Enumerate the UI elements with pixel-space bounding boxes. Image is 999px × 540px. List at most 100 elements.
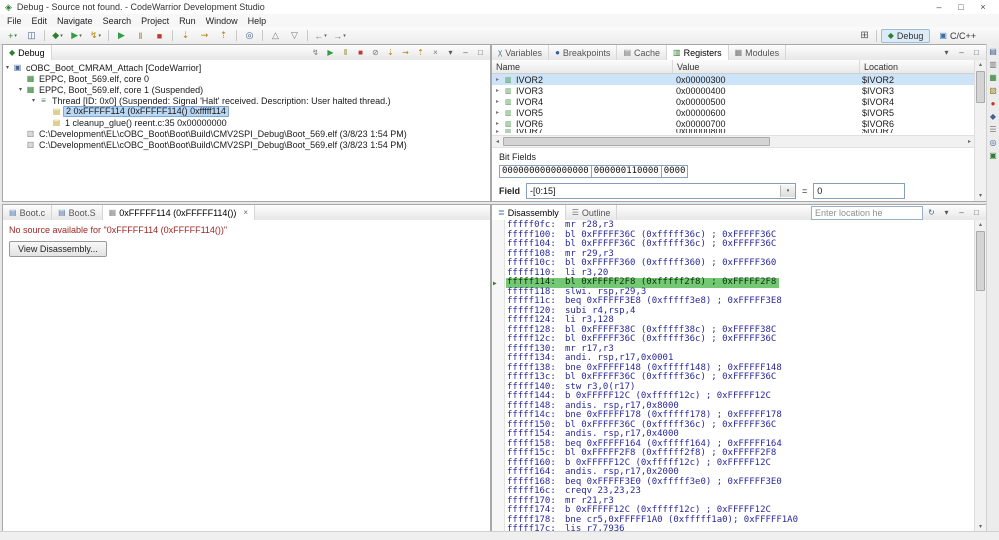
register-row[interactable]: ▸ ▥ IVOR5 0x00000600 $IVOR5: [492, 107, 975, 118]
step-return-button[interactable]: ⇡: [214, 29, 233, 43]
register-row[interactable]: ▸ ▥ IVOR6 0x00000700 $IVOR6: [492, 118, 975, 129]
debug-button[interactable]: ◆ ▾: [48, 29, 67, 43]
view-shortcut-other[interactable]: ▣: [989, 151, 997, 160]
terminate-button[interactable]: ■: [150, 29, 169, 43]
run-button[interactable]: ▶ ▾: [67, 29, 86, 43]
menu-item[interactable]: Project: [136, 15, 174, 27]
view-menu-button[interactable]: ▾: [940, 46, 953, 59]
maximize-view-button[interactable]: □: [970, 206, 983, 219]
column-header[interactable]: Location: [860, 60, 975, 73]
flash-programmer-button[interactable]: ↯ ▾: [86, 29, 105, 43]
row-twisty-icon[interactable]: ▸: [496, 129, 503, 133]
next-annotation-button[interactable]: ▽: [285, 29, 304, 43]
debug-tree-item[interactable]: ▾ ≡ Thread [ID: 0x0] (Suspended: Signal …: [3, 95, 490, 106]
tab-outline[interactable]: ☰ Outline: [566, 205, 618, 220]
register-row[interactable]: ▸ ▥ IVOR3 0x00000400 $IVOR3: [492, 85, 975, 96]
back-button[interactable]: ← ▾: [311, 29, 330, 43]
column-header[interactable]: Name: [492, 60, 673, 73]
row-twisty-icon[interactable]: ▸: [496, 87, 503, 94]
row-twisty-icon[interactable]: ▸: [496, 76, 503, 83]
minimize-view-button[interactable]: –: [459, 46, 472, 59]
step-return-button[interactable]: ⇡: [414, 46, 427, 59]
scroll-up-icon[interactable]: ▴: [975, 220, 986, 230]
tab-boot-s[interactable]: ▤ Boot.S: [52, 205, 103, 220]
connect-button[interactable]: ↯: [309, 46, 322, 59]
view-menu-button[interactable]: ▾: [444, 46, 457, 59]
step-over-button[interactable]: ⇝: [399, 46, 412, 59]
debug-tree-item[interactable]: ▾ ▣ cOBC_Boot_CMRAM_Attach [CodeWarrior]: [3, 62, 490, 73]
scrollbar-thumb[interactable]: [976, 71, 985, 103]
location-input[interactable]: [811, 205, 923, 220]
menu-item[interactable]: Run: [174, 15, 201, 27]
perspective-debug[interactable]: ◆ Debug: [880, 28, 931, 43]
tab-0xfffff114[interactable]: ▦ 0xFFFFF114 (0xFFFFF114()) ×: [102, 205, 256, 220]
vertical-scrollbar[interactable]: ▴ ▾: [974, 220, 986, 532]
view-shortcut-problems[interactable]: ●: [991, 99, 996, 108]
maximize-view-button[interactable]: □: [970, 46, 983, 59]
remove-terminated-button[interactable]: ×: [429, 46, 442, 59]
view-disassembly-button[interactable]: View Disassembly...: [9, 241, 107, 257]
menu-item[interactable]: Help: [243, 15, 272, 27]
view-shortcut-executables[interactable]: ◆: [990, 112, 996, 121]
maximize-view-button[interactable]: □: [474, 46, 487, 59]
step-into-button[interactable]: ⇣: [384, 46, 397, 59]
tab-boot-c[interactable]: ▤ Boot.c: [3, 205, 53, 220]
field-value-input[interactable]: [813, 183, 906, 199]
debug-tree-item[interactable]: ▤ 2 0xFFFFF114 (0xFFFFF114() 0xfffff114: [3, 106, 490, 117]
tab-cache[interactable]: ▤ Cache: [617, 45, 668, 60]
minimize-button[interactable]: –: [928, 2, 950, 12]
debug-tree-item[interactable]: ▤ 1 cleanup_glue() reent.c:35 0x00000000: [3, 117, 490, 128]
tree-twisty-icon[interactable]: ▾: [29, 97, 38, 104]
register-row[interactable]: ▸ ▥ IVOR2 0x00000300 $IVOR2: [492, 74, 975, 85]
vertical-scrollbar[interactable]: ▴ ▾: [974, 60, 986, 201]
row-twisty-icon[interactable]: ▸: [496, 120, 503, 127]
bit-field-segment[interactable]: 000000110000: [591, 165, 662, 178]
close-tab-icon[interactable]: ×: [243, 208, 248, 217]
menu-item[interactable]: File: [2, 15, 27, 27]
suspend-button[interactable]: ‖: [339, 46, 352, 59]
row-twisty-icon[interactable]: ▸: [496, 98, 503, 105]
view-shortcut-search[interactable]: ◎: [990, 138, 997, 147]
view-shortcut-console[interactable]: ▤: [989, 47, 997, 56]
tree-twisty-icon[interactable]: ▾: [16, 86, 25, 93]
minimize-view-button[interactable]: –: [955, 46, 968, 59]
bit-field-segment[interactable]: 0000: [661, 165, 689, 178]
tab-registers[interactable]: ▥ Registers: [667, 45, 729, 60]
view-shortcut-memory[interactable]: ▦: [989, 73, 997, 82]
terminate-button[interactable]: ■: [354, 46, 367, 59]
view-shortcut-tasks[interactable]: ▥: [989, 60, 997, 69]
register-row[interactable]: ▸▥ IVOR7 0x00000800 $IVOR7: [492, 129, 975, 133]
view-shortcut-remote[interactable]: ▧: [989, 86, 997, 95]
disconnect-button[interactable]: ⊘: [369, 46, 382, 59]
scroll-up-icon[interactable]: ▴: [975, 60, 986, 70]
refresh-button[interactable]: ↻: [925, 206, 938, 219]
step-into-button[interactable]: ⇣: [176, 29, 195, 43]
prev-annotation-button[interactable]: △: [266, 29, 285, 43]
scroll-down-icon[interactable]: ▾: [975, 191, 986, 201]
debug-tree-item[interactable]: ▾ ▦ EPPC, Boot_569.elf, core 1 (Suspende…: [3, 84, 490, 95]
open-perspective-icon[interactable]: ⊞: [857, 30, 871, 41]
debug-tree-item[interactable]: ▥ C:\Development\EL\cOBC_Boot\Boot\Build…: [3, 128, 490, 139]
tab-breakpoints[interactable]: ● Breakpoints: [549, 45, 618, 60]
scrollbar-thumb[interactable]: [503, 137, 770, 146]
tab-debug[interactable]: ◆ Debug: [3, 45, 52, 60]
save-button[interactable]: ◫: [22, 29, 41, 43]
resume-button[interactable]: ▶: [112, 29, 131, 43]
search-button[interactable]: ◎: [240, 29, 259, 43]
new-button[interactable]: + ▾: [3, 29, 22, 43]
perspective-cpp[interactable]: ▣ C/C++: [932, 29, 983, 43]
debug-tree-item[interactable]: ▦ EPPC, Boot_569.elf, core 0: [3, 73, 490, 84]
minimize-view-button[interactable]: –: [955, 206, 968, 219]
scrollbar-thumb[interactable]: [976, 231, 985, 291]
tab-modules[interactable]: ▦ Modules: [729, 45, 787, 60]
close-button[interactable]: ×: [972, 2, 994, 12]
scroll-left-icon[interactable]: ◂: [492, 138, 503, 145]
tab-variables[interactable]: χ Variables: [492, 45, 550, 60]
row-twisty-icon[interactable]: ▸: [496, 109, 503, 116]
menu-item[interactable]: Edit: [27, 15, 53, 27]
field-select[interactable]: -[0:15] ▾: [526, 183, 797, 199]
tab-disassembly[interactable]: ≣ Disassembly: [492, 205, 566, 220]
view-shortcut-outline[interactable]: ☰: [989, 125, 996, 134]
forward-button[interactable]: → ▾: [330, 29, 349, 43]
horizontal-scrollbar[interactable]: ◂ ▸: [492, 135, 975, 148]
